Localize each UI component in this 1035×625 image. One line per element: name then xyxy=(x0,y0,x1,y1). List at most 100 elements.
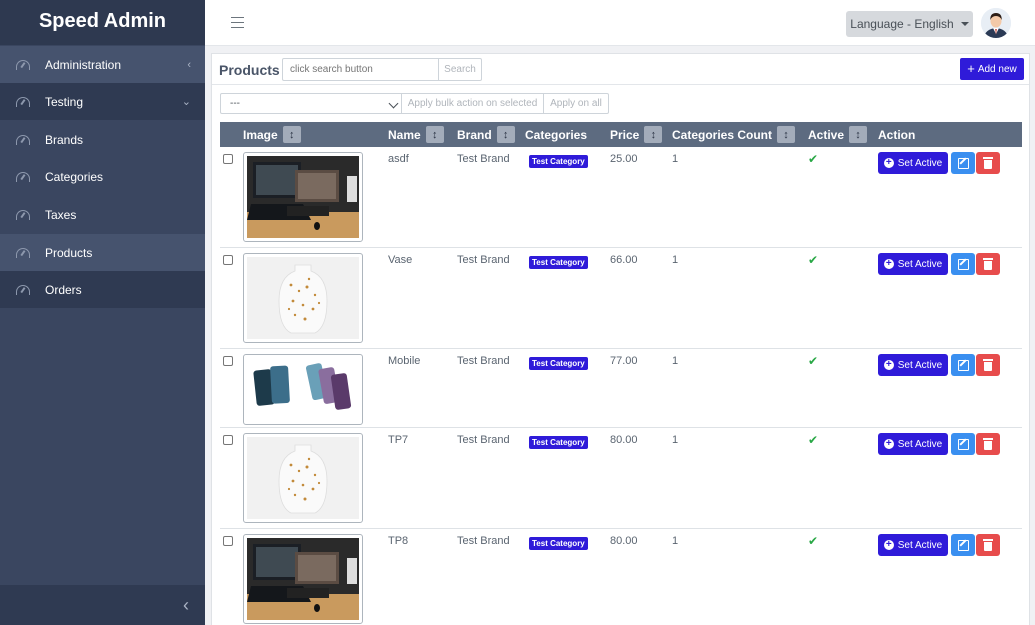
plus-icon: + xyxy=(967,61,975,76)
sidebar-item-label: Categories xyxy=(45,169,104,184)
row-checkbox[interactable] xyxy=(223,356,233,366)
search-input[interactable] xyxy=(282,58,439,81)
sidebar-item-label: Taxes xyxy=(45,207,77,222)
table-row: TP8 Test Brand Test Category 80.00 1 ✔ +… xyxy=(220,529,1022,625)
product-name: TP8 xyxy=(388,535,409,547)
column-header-price[interactable]: Price ↕ xyxy=(610,122,663,147)
sort-icon[interactable]: ↕ xyxy=(496,126,515,143)
set-active-button[interactable]: + Set Active xyxy=(878,152,948,174)
dashboard-icon xyxy=(16,209,30,220)
page-title: Products xyxy=(219,62,280,78)
language-dropdown[interactable]: Language - English xyxy=(846,11,973,37)
brand-logo[interactable]: Speed Admin xyxy=(0,0,205,45)
sidebar-item-taxes[interactable]: Taxes xyxy=(0,196,205,233)
products-card: Products Search + Add new --- Apply bulk… xyxy=(211,53,1030,625)
sort-icon[interactable]: ↕ xyxy=(425,126,444,143)
sort-icon[interactable]: ↕ xyxy=(644,126,663,143)
edit-button[interactable] xyxy=(951,152,975,174)
category-badge: Test Category xyxy=(529,256,588,269)
set-active-button[interactable]: + Set Active xyxy=(878,534,948,556)
chevron-left-icon: ‹ xyxy=(187,58,191,71)
row-checkbox[interactable] xyxy=(223,536,233,546)
dashboard-icon xyxy=(16,59,30,70)
add-new-label: Add new xyxy=(977,63,1017,75)
delete-button[interactable] xyxy=(976,534,1000,556)
edit-button[interactable] xyxy=(951,534,975,556)
column-header-active[interactable]: Active ↕ xyxy=(808,122,868,147)
apply-on-all-button[interactable]: Apply on all xyxy=(543,93,609,114)
hamburger-menu-icon[interactable] xyxy=(231,17,244,28)
sidebar-item-testing[interactable]: Testing ⌄ xyxy=(0,83,205,120)
set-active-button[interactable]: + Set Active xyxy=(878,354,948,376)
sidebar-item-label: Testing xyxy=(45,94,84,109)
row-checkbox[interactable] xyxy=(223,154,233,164)
active-check-icon: ✔ xyxy=(808,354,819,368)
set-active-button[interactable]: + Set Active xyxy=(878,253,948,275)
sidebar-item-categories[interactable]: Categories xyxy=(0,158,205,195)
edit-button[interactable] xyxy=(951,433,975,455)
sidebar-collapse-button[interactable]: ‹ xyxy=(0,585,205,625)
category-badge: Test Category xyxy=(529,436,588,449)
column-header-categories-count[interactable]: Categories Count ↕ xyxy=(672,122,796,147)
product-name: Mobile xyxy=(388,355,421,367)
search-button[interactable]: Search xyxy=(438,58,482,81)
edit-button[interactable] xyxy=(951,354,975,376)
product-name: Vase xyxy=(388,254,413,266)
product-image-laptop xyxy=(243,152,363,242)
column-header-name[interactable]: Name ↕ xyxy=(388,122,444,147)
plus-circle-icon: + xyxy=(883,360,894,370)
column-header-action: Action xyxy=(878,127,916,142)
category-badge: Test Category xyxy=(529,155,588,168)
chevron-left-icon: ‹ xyxy=(183,594,189,615)
add-new-button[interactable]: + Add new xyxy=(960,58,1024,80)
bulk-select-value: --- xyxy=(230,98,240,109)
column-header-brand[interactable]: Brand ↕ xyxy=(457,122,515,147)
column-header-image[interactable]: Image ↕ xyxy=(243,122,301,147)
apply-bulk-selected-button[interactable]: Apply bulk action on selected xyxy=(401,93,544,114)
active-check-icon: ✔ xyxy=(808,253,819,267)
product-name: TP7 xyxy=(388,434,409,446)
plus-circle-icon: + xyxy=(883,259,894,269)
product-image-vase xyxy=(243,253,363,343)
edit-button[interactable] xyxy=(951,253,975,275)
avatar[interactable] xyxy=(981,8,1011,38)
table-row: TP7 Test Brand Test Category 80.00 1 ✔ +… xyxy=(220,428,1022,529)
table-header: Image ↕ Name ↕ Brand ↕ Categories Price … xyxy=(220,122,1022,147)
active-check-icon: ✔ xyxy=(808,534,819,548)
product-price: 80.00 xyxy=(610,535,638,547)
row-checkbox[interactable] xyxy=(223,255,233,265)
bulk-action-select[interactable]: --- xyxy=(220,93,402,114)
categories-count: 1 xyxy=(672,434,679,446)
product-brand: Test Brand xyxy=(457,254,510,266)
row-checkbox[interactable] xyxy=(223,435,233,445)
category-badge: Test Category xyxy=(529,357,588,370)
sidebar-item-administration[interactable]: Administration ‹ xyxy=(0,46,205,83)
sidebar-item-label: Administration xyxy=(45,57,122,72)
chevron-down-icon: ⌄ xyxy=(181,96,191,108)
sidebar-item-label: Orders xyxy=(45,282,82,297)
sidebar-item-brands[interactable]: Brands xyxy=(0,121,205,158)
delete-button[interactable] xyxy=(976,152,1000,174)
sidebar-item-products[interactable]: Products xyxy=(0,234,205,271)
sort-icon[interactable]: ↕ xyxy=(777,126,796,143)
sidebar-item-orders[interactable]: Orders xyxy=(0,271,205,308)
table-row: Vase Test Brand Test Category 66.00 1 ✔ … xyxy=(220,248,1022,349)
delete-button[interactable] xyxy=(976,433,1000,455)
set-active-button[interactable]: + Set Active xyxy=(878,433,948,455)
column-header-categories: Categories xyxy=(525,127,588,142)
plus-circle-icon: + xyxy=(883,439,894,449)
dashboard-icon xyxy=(16,171,30,182)
sidebar-item-label: Products xyxy=(45,245,93,260)
dashboard-icon xyxy=(16,134,30,145)
active-check-icon: ✔ xyxy=(808,433,819,447)
categories-count: 1 xyxy=(672,254,679,266)
sort-icon[interactable]: ↕ xyxy=(282,126,301,143)
product-price: 80.00 xyxy=(610,434,638,446)
sort-icon[interactable]: ↕ xyxy=(849,126,868,143)
product-name: asdf xyxy=(388,153,409,165)
delete-button[interactable] xyxy=(976,354,1000,376)
dashboard-icon xyxy=(16,284,30,295)
plus-circle-icon: + xyxy=(883,158,894,168)
delete-button[interactable] xyxy=(976,253,1000,275)
table-row: Mobile Test Brand Test Category 77.00 1 … xyxy=(220,349,1022,428)
